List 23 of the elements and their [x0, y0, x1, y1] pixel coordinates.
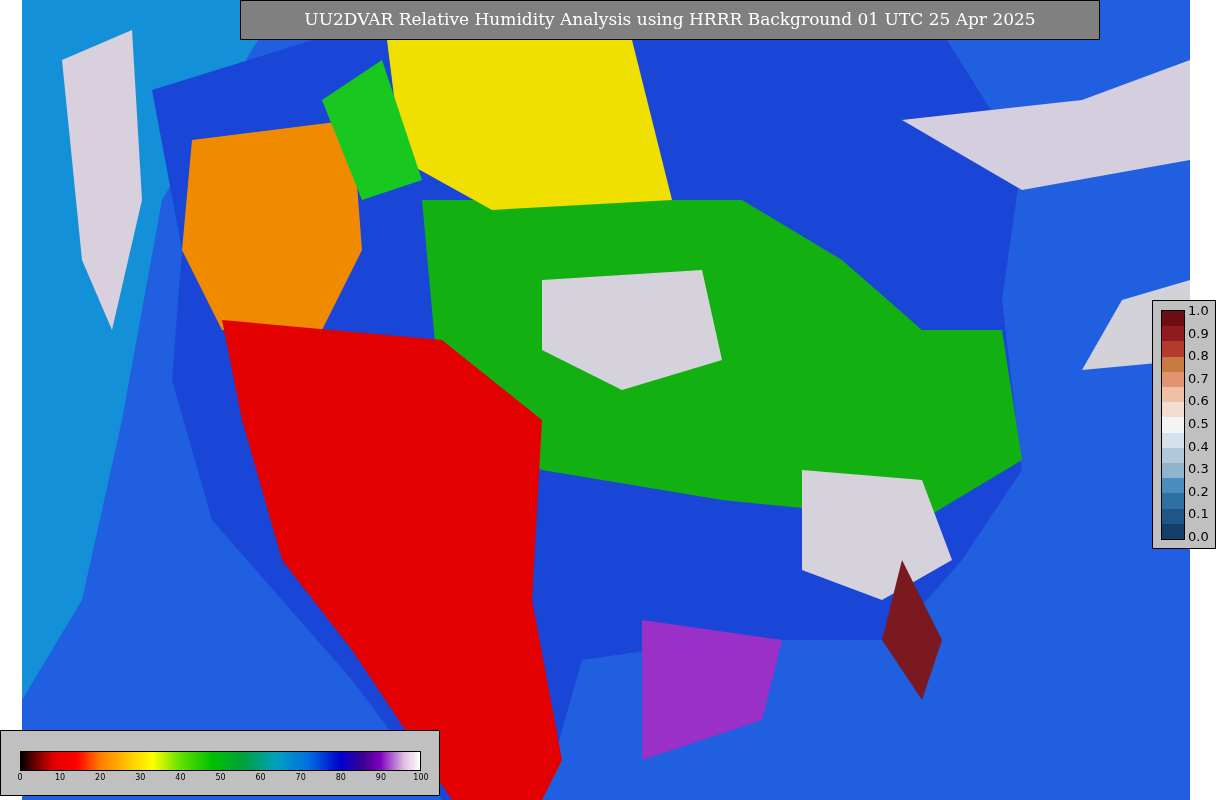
colorbar-label: 80 [335, 773, 346, 783]
colorbar-label: 40 [175, 773, 186, 783]
colorbar-label: 0.4 [1188, 439, 1209, 454]
colorbar-label: 90 [375, 773, 386, 783]
colorbar-label: 10 [55, 773, 66, 783]
colorbar-label: 0.1 [1188, 507, 1209, 522]
colorbar-label: 1.0 [1188, 304, 1209, 318]
colorbar-label: 60 [255, 773, 266, 783]
colorbar-label: 0 [17, 773, 23, 783]
map-title: UU2DVAR Relative Humidity Analysis using HRRR Background 01 UTC 25 Apr 2025 [304, 8, 1036, 32]
colorbar-label: 0.6 [1188, 394, 1209, 409]
colorbar-label: 70 [295, 773, 306, 783]
colorbar-label: 0.8 [1188, 349, 1209, 364]
colorbar-label: 30 [135, 773, 146, 783]
colorbar-label: 50 [215, 773, 226, 783]
colorbar-label: 0.3 [1188, 462, 1209, 477]
colorbar-label: 100 [413, 773, 429, 783]
colorbar-label: 0.2 [1188, 484, 1209, 499]
colorbar-label: 0.0 [1188, 529, 1209, 544]
colorbar-label: 0.5 [1188, 416, 1209, 431]
colorbar-label: 0.7 [1188, 371, 1209, 386]
colorbar-label: 20 [95, 773, 106, 783]
colorbar-label: 0.9 [1188, 326, 1209, 341]
